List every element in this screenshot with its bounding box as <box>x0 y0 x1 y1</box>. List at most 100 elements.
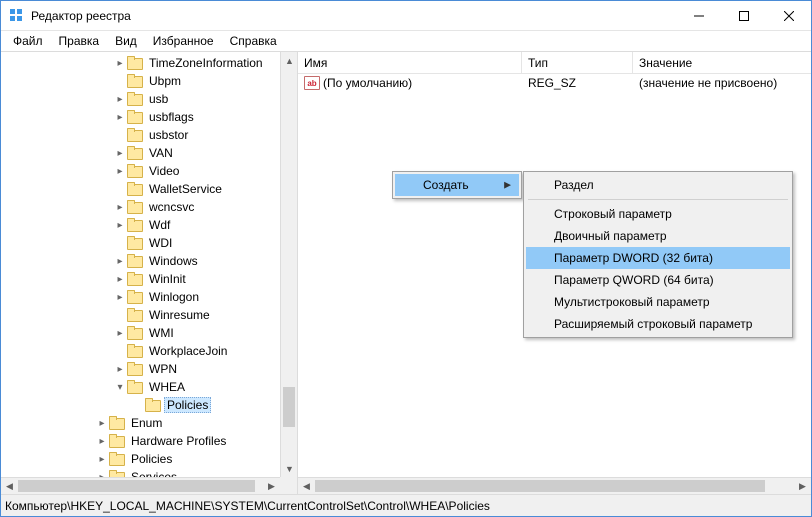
folder-icon <box>127 254 143 268</box>
context-submenu-new[interactable]: Раздел Строковый параметр Двоичный парам… <box>523 171 793 338</box>
menu-edit[interactable]: Правка <box>51 32 108 50</box>
list-scroll-thumb-h[interactable] <box>315 480 765 492</box>
chevron-right-icon[interactable]: ▸ <box>113 112 127 123</box>
tree-node[interactable]: ▸VAN <box>1 144 297 162</box>
menu-item-new-key[interactable]: Раздел <box>526 174 790 196</box>
tree-node-label: Enum <box>128 416 165 430</box>
tree-node-label: Wdf <box>146 218 173 232</box>
status-path: Компьютер\HKEY_LOCAL_MACHINE\SYSTEM\Curr… <box>5 499 490 513</box>
tree-node[interactable]: ▸WDI <box>1 234 297 252</box>
string-value-icon: ab <box>304 76 320 90</box>
folder-icon <box>127 128 143 142</box>
folder-icon <box>127 362 143 376</box>
tree-node[interactable]: ▸Policies <box>1 396 297 414</box>
tree-scroll-thumb-h[interactable] <box>18 480 255 492</box>
tree-scrollbar-vertical[interactable]: ▲ ▼ <box>280 52 297 477</box>
context-menu[interactable]: Создать ▶ <box>392 171 522 199</box>
tree-node[interactable]: ▸usbstor <box>1 126 297 144</box>
scroll-right-icon[interactable]: ▶ <box>794 478 811 495</box>
tree-node-label: Video <box>146 164 182 178</box>
chevron-right-icon[interactable]: ▸ <box>113 58 127 69</box>
tree-scrollbar-horizontal[interactable]: ◀ ▶ <box>1 477 280 494</box>
tree-scroll-corner <box>280 477 297 494</box>
menu-item-new-string[interactable]: Строковый параметр <box>526 203 790 225</box>
chevron-right-icon[interactable]: ▸ <box>95 436 109 447</box>
tree-node-label: WPN <box>146 362 180 376</box>
chevron-right-icon[interactable]: ▸ <box>113 274 127 285</box>
tree-node[interactable]: ▸Policies <box>1 450 297 468</box>
chevron-right-icon[interactable]: ▸ <box>113 256 127 267</box>
chevron-right-icon[interactable]: ▸ <box>113 220 127 231</box>
tree-scroll-thumb-v[interactable] <box>283 387 295 427</box>
tree-node[interactable]: ▸ Enum <box>1 414 297 432</box>
tree-node[interactable]: ▸Winresume <box>1 306 297 324</box>
menu-item-new-multistring[interactable]: Мультистроковый параметр <box>526 291 790 313</box>
tree-node[interactable]: ▾WHEA <box>1 378 297 396</box>
menu-item-new-qword[interactable]: Параметр QWORD (64 бита) <box>526 269 790 291</box>
tree-node[interactable]: ▸usbflags <box>1 108 297 126</box>
folder-icon <box>127 272 143 286</box>
scroll-up-icon[interactable]: ▲ <box>281 52 298 69</box>
menu-item-create[interactable]: Создать ▶ <box>395 174 519 196</box>
tree-node-label: WDI <box>146 236 175 250</box>
tree-node[interactable]: ▸WMI <box>1 324 297 342</box>
menu-file[interactable]: Файл <box>5 32 51 50</box>
chevron-right-icon[interactable]: ▸ <box>113 148 127 159</box>
tree-node-label: WalletService <box>146 182 225 196</box>
menu-help[interactable]: Справка <box>222 32 285 50</box>
tree-node[interactable]: ▸ WPN <box>1 360 297 378</box>
menu-item-new-binary[interactable]: Двоичный параметр <box>526 225 790 247</box>
tree-node-label: wcncsvc <box>146 200 197 214</box>
tree-node[interactable]: ▸usb <box>1 90 297 108</box>
close-button[interactable] <box>766 1 811 30</box>
column-name[interactable]: Имя <box>298 52 522 73</box>
scroll-left-icon[interactable]: ◀ <box>298 478 315 495</box>
chevron-right-icon[interactable]: ▸ <box>113 328 127 339</box>
menu-view[interactable]: Вид <box>107 32 145 50</box>
folder-icon <box>127 182 143 196</box>
statusbar: Компьютер\HKEY_LOCAL_MACHINE\SYSTEM\Curr… <box>1 494 811 516</box>
folder-icon <box>127 344 143 358</box>
scroll-down-icon[interactable]: ▼ <box>281 460 298 477</box>
tree-node[interactable]: ▸Hardware Profiles <box>1 432 297 450</box>
app-icon <box>9 8 25 24</box>
chevron-right-icon[interactable]: ▸ <box>113 292 127 303</box>
scroll-left-icon[interactable]: ◀ <box>1 478 18 494</box>
tree-node[interactable]: ▸ Video <box>1 162 297 180</box>
tree-node[interactable]: ▸ wcncsvc <box>1 198 297 216</box>
tree-node[interactable]: ▸WalletService <box>1 180 297 198</box>
tree-node[interactable]: ▸Windows <box>1 252 297 270</box>
list-row[interactable]: ab (По умолчанию) REG_SZ (значение не пр… <box>298 74 811 92</box>
menu-item-new-expandstring[interactable]: Расширяемый строковый параметр <box>526 313 790 335</box>
chevron-right-icon[interactable]: ▸ <box>95 418 109 429</box>
list-scrollbar-horizontal[interactable]: ◀ ▶ <box>298 477 811 494</box>
tree-node[interactable]: ▸WorkplaceJoin <box>1 342 297 360</box>
folder-icon <box>127 146 143 160</box>
chevron-right-icon[interactable]: ▸ <box>113 94 127 105</box>
chevron-right-icon[interactable]: ▸ <box>113 202 127 213</box>
registry-tree[interactable]: ▸TimeZoneInformation▸Ubpm▸usb▸usbflags▸u… <box>1 52 297 488</box>
menu-favorites[interactable]: Избранное <box>145 32 222 50</box>
tree-node[interactable]: ▸WinInit <box>1 270 297 288</box>
titlebar: Редактор реестра <box>1 1 811 31</box>
folder-icon <box>127 380 143 394</box>
chevron-right-icon[interactable]: ▸ <box>113 364 127 375</box>
tree-node[interactable]: ▸ Wdf <box>1 216 297 234</box>
column-value[interactable]: Значение <box>633 52 811 73</box>
value-data: (значение не присвоено) <box>633 76 811 90</box>
folder-icon <box>127 326 143 340</box>
value-name: (По умолчанию) <box>323 76 412 90</box>
column-type[interactable]: Тип <box>522 52 633 73</box>
window-controls <box>676 1 811 30</box>
tree-node[interactable]: ▸Ubpm <box>1 72 297 90</box>
minimize-button[interactable] <box>676 1 721 30</box>
tree-node[interactable]: ▸TimeZoneInformation <box>1 54 297 72</box>
scroll-right-icon[interactable]: ▶ <box>263 478 280 494</box>
menu-item-new-dword[interactable]: Параметр DWORD (32 бита) <box>526 247 790 269</box>
tree-node[interactable]: ▸Winlogon <box>1 288 297 306</box>
chevron-right-icon[interactable]: ▸ <box>95 454 109 465</box>
maximize-button[interactable] <box>721 1 766 30</box>
chevron-down-icon[interactable]: ▾ <box>113 382 127 393</box>
chevron-right-icon[interactable]: ▸ <box>113 166 127 177</box>
submenu-arrow-icon: ▶ <box>504 180 511 191</box>
